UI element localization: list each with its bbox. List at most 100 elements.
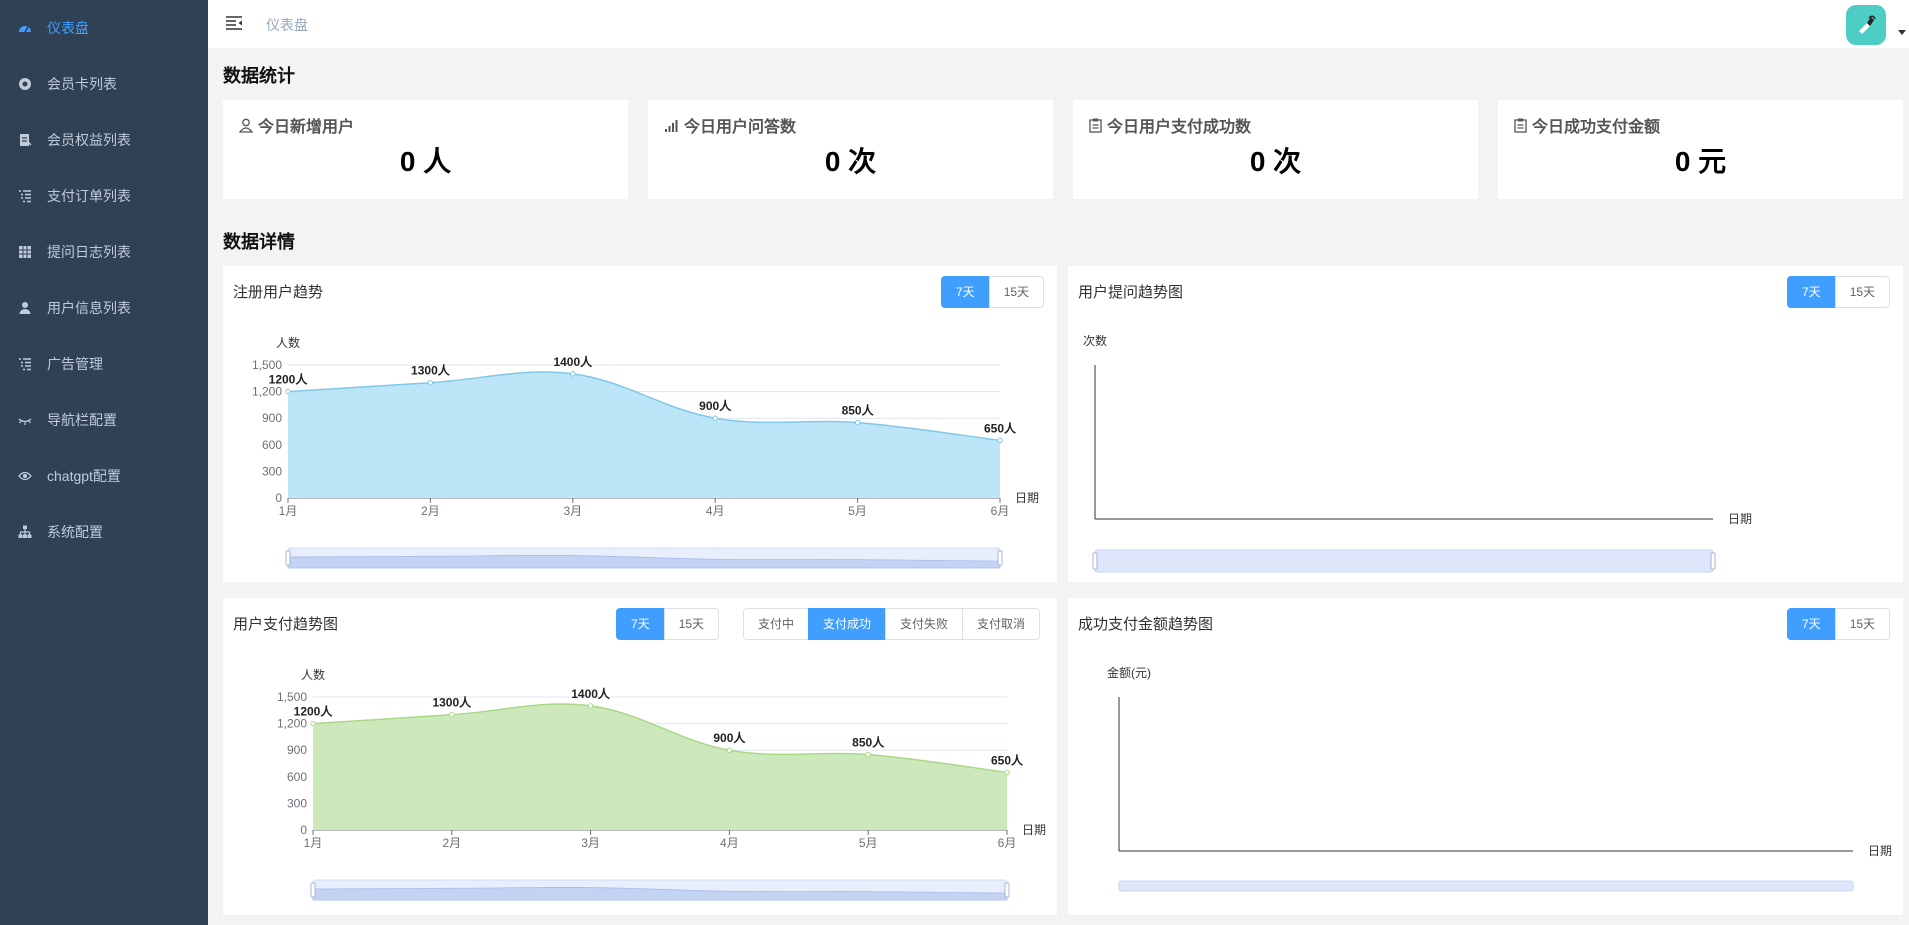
chart-card-amount: 成功支付金额趋势图 7天 15天 金额(元) 日期 [1068,598,1903,915]
data-point [285,388,291,395]
data-label: 1200人 [269,372,309,387]
sidebar-item-label: 支付订单列表 [47,188,131,204]
user-icon [239,118,253,133]
hamburger-icon[interactable] [225,14,243,32]
stat-value: 0 人 [399,146,452,177]
eye-icon [18,469,32,483]
data-point [449,712,455,718]
stat-card-payment-success: 今日用户支付成功数 0 次 [1073,100,1478,199]
data-label: 850人 [852,735,885,750]
x-tick-label: 3月 [563,504,582,518]
sidebar-item-membership-cards[interactable]: 会员卡列表 [0,56,208,112]
zoom-slider-handle-right [1710,552,1716,570]
avatar[interactable] [1846,5,1886,45]
sidebar-item-label: 导航栏配置 [47,412,117,428]
stat-card-questions: 今日用户问答数 0 次 [648,100,1053,199]
y-tick-label: 900 [262,411,282,425]
sidebar-item-system-config[interactable]: 系统配置 [0,504,208,560]
stat-title: 今日成功支付金额 [1532,119,1661,136]
data-label: 650人 [984,420,1017,435]
stat-title: 今日用户问答数 [684,119,797,136]
y-tick-label: 600 [262,438,282,452]
chart-card-questions: 用户提问趋势图 7天 15天 次数 日期 [1068,266,1903,582]
data-point [726,747,733,753]
stat-card-payment-amount: 今日成功支付金额 0 元 [1498,100,1903,199]
breadcrumb[interactable]: 仪表盘 [266,15,308,35]
data-point [712,415,718,421]
zoom-slider-handle-right [997,550,1003,566]
stat-title: 今日用户支付成功数 [1107,119,1252,136]
data-point [310,720,316,727]
register-trend-chart: 0 300 600 900 1,200 1,500 1月 2月 3月 4月 5月 6月 人数日期 1200… [252,335,1039,569]
data-label: 650人 [991,752,1024,767]
list-icon [18,357,32,371]
sidebar-item-label: 系统配置 [47,524,103,540]
sidebar-item-question-logs[interactable]: 提问日志列表 [0,224,208,280]
chart-card-register: 注册用户趋势 7天 15天 0 300 600 900 1,200 1,500 1月 2月 3月… [223,266,1057,582]
y-tick-label: 1,500 [277,690,307,704]
data-point [427,380,434,386]
y-axis-name: 人数 [301,667,325,682]
question-trend-chart: 次数日期 [1083,333,1752,573]
y-tick-label: 600 [287,770,307,784]
chart-card-payments: 用户支付趋势图 7天 15天 支付中 支付成功 支付失败 支付取消 0 300 60… [223,598,1057,915]
sidebar: 仪表盘 会员卡列表 会员权益列表 支付订单列表 提问日志列表 用户信息列表 广告… [0,0,208,925]
user-icon [18,301,32,315]
data-label: 850人 [842,403,875,418]
zoom-slider-handle-left [1092,552,1098,570]
data-label: 1300人 [432,695,472,710]
x-tick-label: 1月 [304,836,323,850]
x-tick-label: 6月 [991,504,1010,518]
data-label: 1200人 [294,704,334,719]
zoom-slider-track [1118,880,1854,892]
section-title-details: 数据详情 [223,232,295,252]
data-point [854,419,861,426]
y-tick-label: 0 [300,823,307,837]
series-area [288,372,1000,498]
x-axis-name: 日期 [1022,823,1046,837]
y-tick-label: 1,500 [252,358,282,372]
tree-icon [18,525,32,539]
data-point [587,703,594,709]
payment-trend-chart: 0 300 600 900 1,200 1,500 1月 2月 3月 4月 5月 6月 人数日期 1200… [277,667,1046,901]
y-axis-name: 金额(元) [1107,665,1151,680]
y-axis-name: 次数 [1083,333,1107,348]
zoom-slider-handle-left [310,882,316,898]
sidebar-item-chatgpt-config[interactable]: chatgpt配置 [0,448,208,504]
sidebar-item-membership-benefits[interactable]: 会员权益列表 [0,112,208,168]
data-point [997,437,1003,444]
y-axis-name: 人数 [276,335,300,350]
dashboard-icon [18,21,32,35]
navbar: 仪表盘 [208,0,1909,48]
y-tick-label: 1,200 [252,385,282,399]
stat-value: 0 元 [1674,146,1727,177]
x-axis-name: 日期 [1868,844,1892,858]
sidebar-item-payment-orders[interactable]: 支付订单列表 [0,168,208,224]
document-icon [18,133,32,147]
sidebar-item-user-info[interactable]: 用户信息列表 [0,280,208,336]
sidebar-item-dashboard[interactable]: 仪表盘 [0,0,208,56]
data-point [865,751,871,758]
sidebar-item-ad-management[interactable]: 广告管理 [0,336,208,392]
amount-trend-chart: 金额(元) 日期 [1107,665,1892,892]
data-label: 1300人 [411,363,451,378]
zoom-slider-track [1094,549,1714,573]
stat-value: 0 次 [1249,146,1302,177]
y-tick-label: 0 [275,491,282,505]
sidebar-item-label: chatgpt配置 [47,468,121,484]
data-point [570,371,576,377]
sidebar-item-label: 会员卡列表 [47,76,117,92]
x-tick-label: 4月 [720,836,739,850]
y-tick-label: 1,200 [277,717,307,731]
sidebar-item-navbar-config[interactable]: 导航栏配置 [0,392,208,448]
series-area [313,704,1007,830]
data-point [1004,769,1010,776]
zoom-slider-handle-left [285,550,291,566]
stat-value: 0 次 [824,146,877,177]
signal-icon [665,120,678,132]
eye-closed-icon [18,413,32,427]
chevron-down-icon[interactable] [1898,30,1906,35]
y-tick-label: 300 [287,796,307,810]
x-tick-label: 5月 [848,504,867,518]
x-tick-label: 2月 [421,504,440,518]
